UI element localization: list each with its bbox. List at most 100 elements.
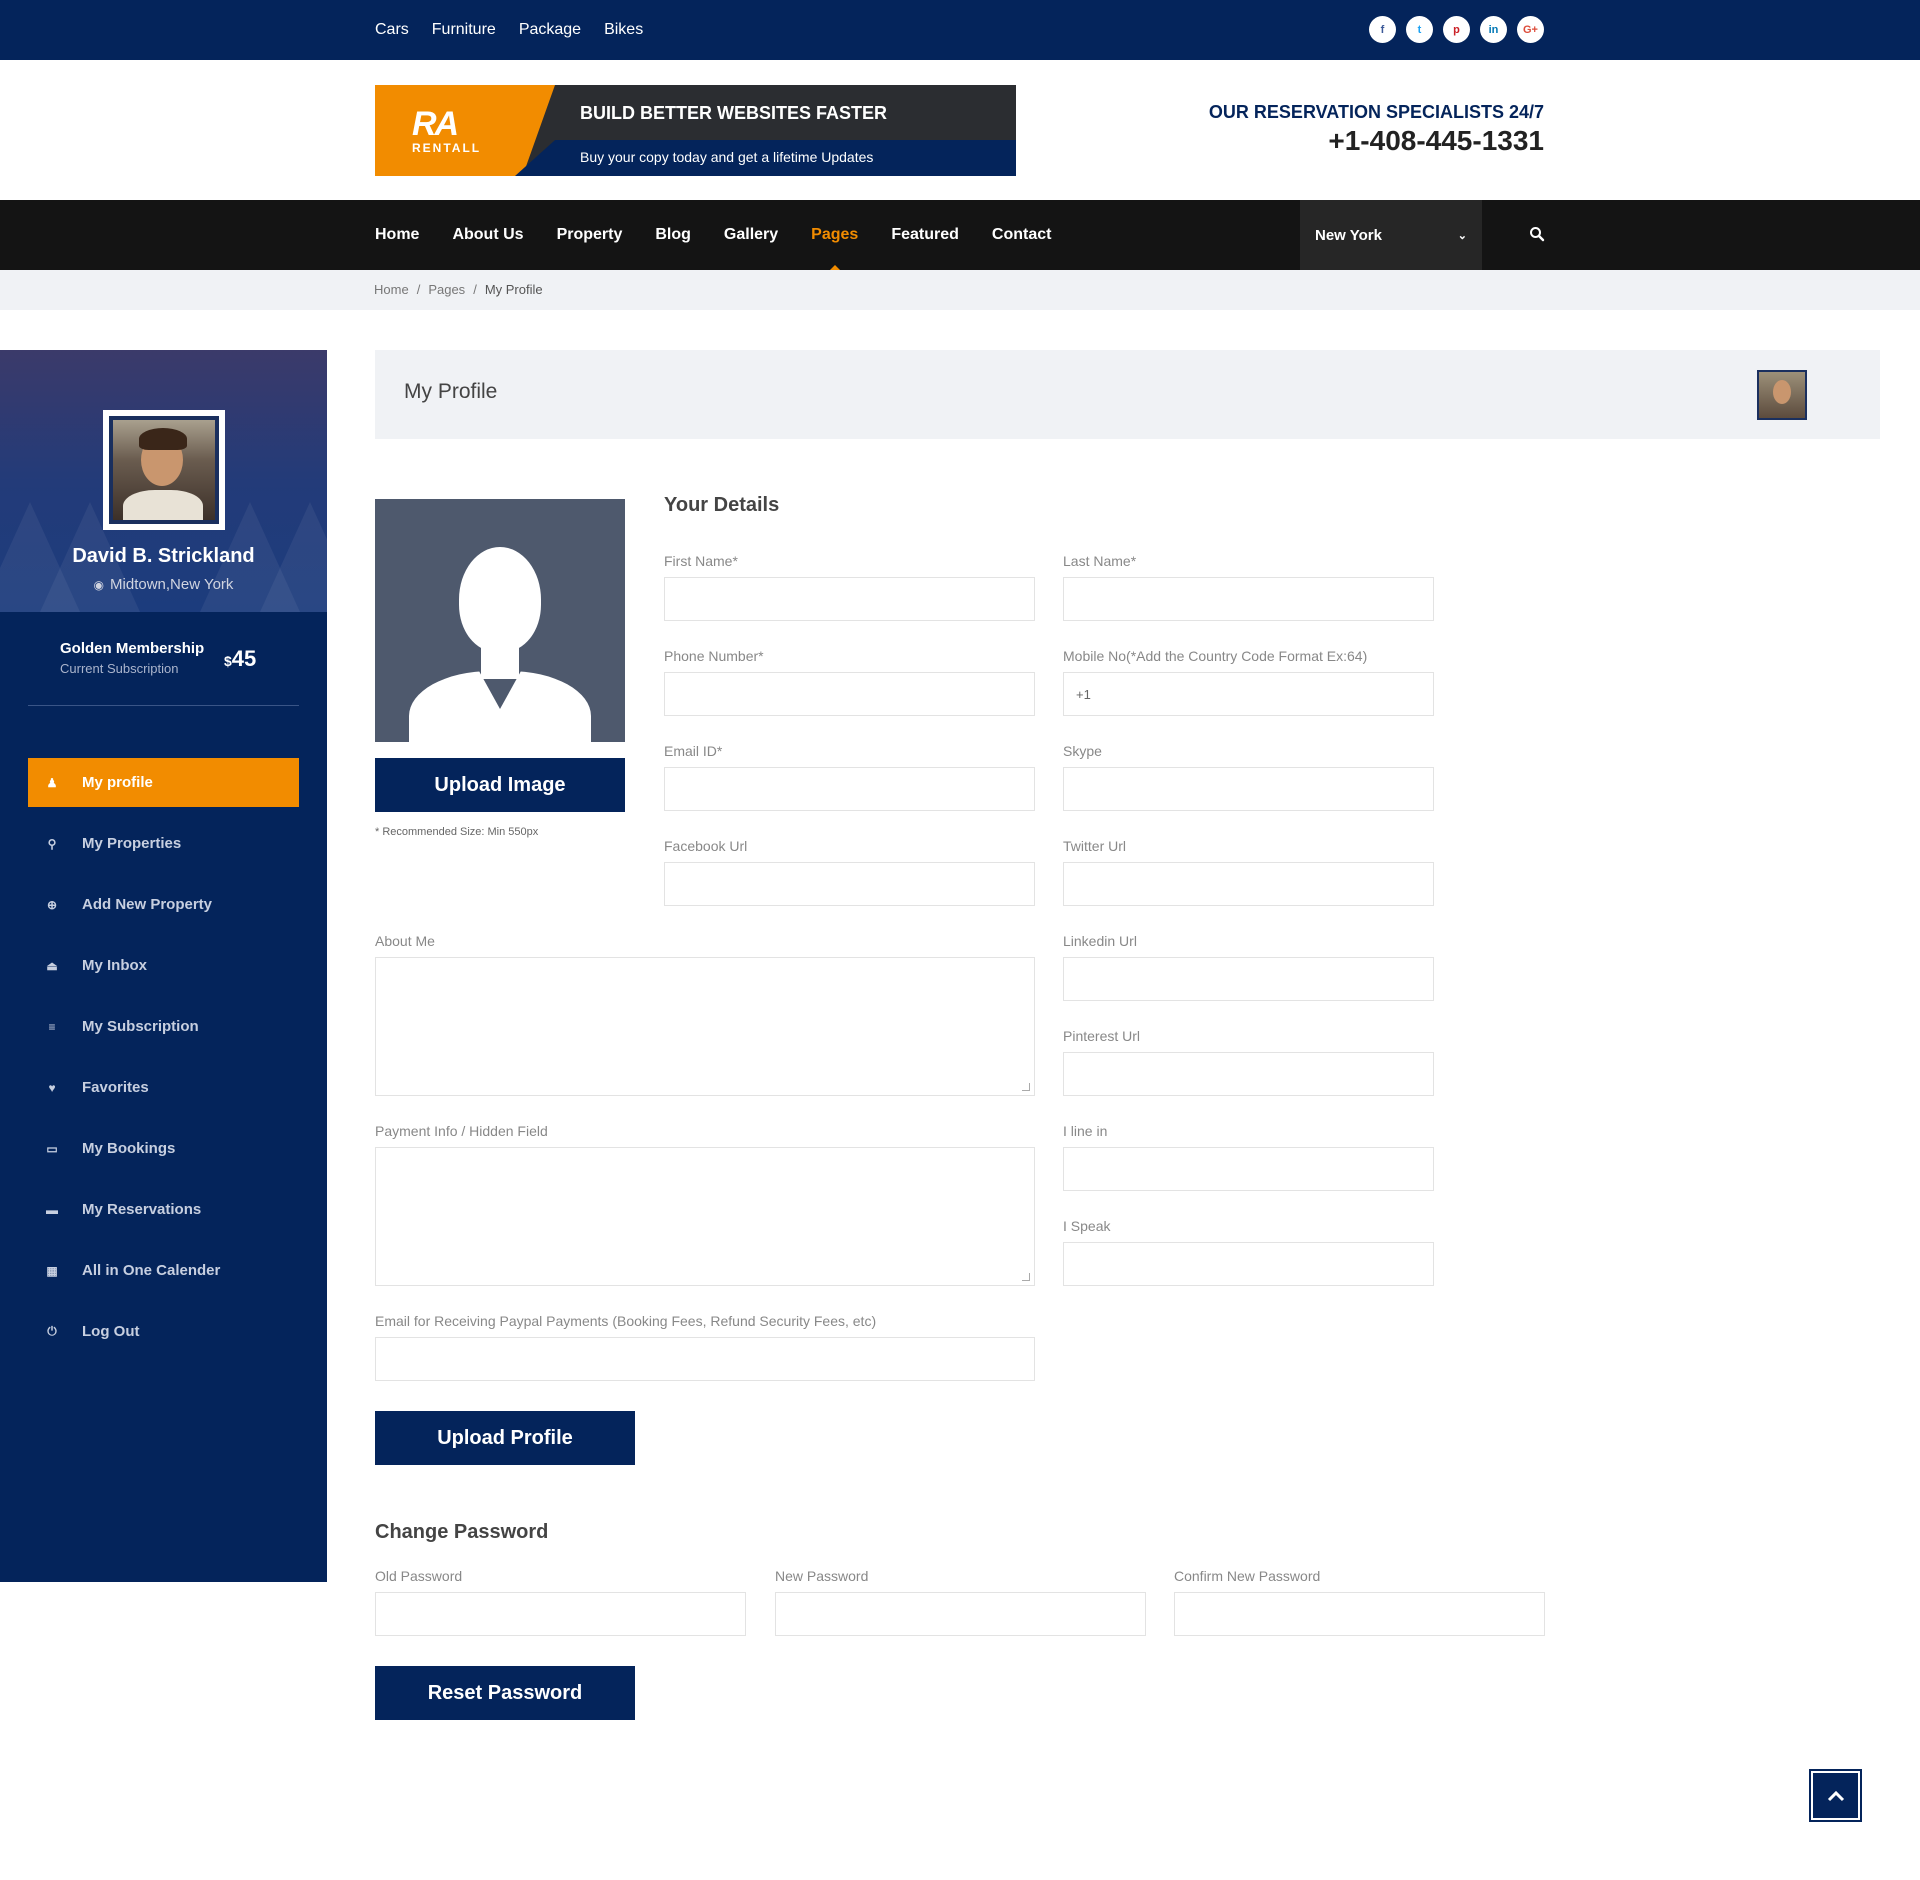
- first-name-field[interactable]: [664, 577, 1035, 621]
- about-textarea[interactable]: [375, 957, 1035, 1096]
- change-password-title: Change Password: [375, 1521, 549, 1543]
- upload-profile-button[interactable]: Upload Profile: [375, 1411, 635, 1465]
- sidebar-item-label: Log Out: [82, 1323, 140, 1340]
- facebook-icon[interactable]: f: [1369, 16, 1396, 43]
- sidebar-item-label: All in One Calender: [82, 1262, 221, 1279]
- pinterest-field[interactable]: [1063, 1052, 1434, 1096]
- price-amount: 45: [231, 646, 257, 671]
- paypal-email-label: Email for Receiving Paypal Payments (Boo…: [375, 1313, 877, 1329]
- nav-item-contact[interactable]: Contact: [992, 226, 1052, 244]
- sidebar-item-my-inbox[interactable]: ⏏ My Inbox: [28, 941, 299, 990]
- city-select[interactable]: New York ⌄: [1300, 200, 1482, 270]
- promo-banner[interactable]: RA RENTALL BUILD BETTER WEBSITES FASTER …: [375, 85, 1016, 176]
- sidebar-item-my-reservations[interactable]: ▬ My Reservations: [28, 1185, 299, 1234]
- folder-icon: ▬: [46, 1202, 58, 1217]
- breadcrumb-pages[interactable]: Pages: [428, 282, 465, 297]
- sidebar-item-label: My Inbox: [82, 957, 148, 974]
- membership-title: Golden Membership: [60, 640, 205, 657]
- profile-photo-placeholder: [375, 499, 625, 742]
- reset-password-button[interactable]: Reset Password: [375, 1666, 635, 1720]
- site-header: RA RENTALL BUILD BETTER WEBSITES FASTER …: [0, 60, 1920, 200]
- sidebar-menu: ♟ My profile ⚲ My Properties ⊕ Add New Proper…: [28, 758, 299, 1368]
- sidebar-item-label: Favorites: [82, 1079, 149, 1096]
- user-location: ◉ Midtown,New York: [0, 576, 327, 593]
- pinterest-icon[interactable]: p: [1443, 16, 1470, 43]
- membership-price: $45: [224, 646, 256, 672]
- avatar-hair: [139, 428, 187, 450]
- phone-label: Phone Number*: [664, 648, 764, 664]
- payment-textarea[interactable]: [375, 1147, 1035, 1286]
- skype-field[interactable]: [1063, 767, 1434, 811]
- avatar[interactable]: [103, 410, 225, 530]
- sidebar-item-log-out[interactable]: ⏻ Log Out: [28, 1307, 299, 1356]
- nav-item-gallery[interactable]: Gallery: [724, 226, 778, 244]
- email-field[interactable]: [664, 767, 1035, 811]
- nav-item-about-us[interactable]: About Us: [452, 226, 523, 244]
- linkedin-field[interactable]: [1063, 957, 1434, 1001]
- inbox-icon: ⏏: [46, 958, 58, 973]
- nav-item-property[interactable]: Property: [557, 226, 623, 244]
- sidebar-item-my-bookings[interactable]: ▭ My Bookings: [28, 1124, 299, 1173]
- avatar-frame: [109, 416, 219, 524]
- facebook-label: Facebook Url: [664, 838, 748, 854]
- paypal-email-field[interactable]: [375, 1337, 1035, 1381]
- reservation-contact: OUR RESERVATION SPECIALISTS 24/7 +1-408-…: [1209, 102, 1544, 157]
- old-password-field[interactable]: [375, 1592, 746, 1636]
- twitter-icon[interactable]: t: [1406, 16, 1433, 43]
- plus-circle-icon: ⊕: [46, 897, 58, 912]
- sidebar-item-my-properties[interactable]: ⚲ My Properties: [28, 819, 299, 868]
- sidebar-item-my-subscription[interactable]: ≡ My Subscription: [28, 1002, 299, 1051]
- sidebar-item-favorites[interactable]: ♥ Favorites: [28, 1063, 299, 1112]
- first-name-label: First Name*: [664, 553, 738, 569]
- avatar-photo: [113, 420, 215, 520]
- nav-item-pages[interactable]: Pages: [811, 226, 858, 272]
- live-in-field[interactable]: [1063, 1147, 1434, 1191]
- top-bar: Cars Furniture Package Bikes f t p in G+: [0, 0, 1920, 60]
- sidebar-item-label: My Properties: [82, 835, 182, 852]
- back-to-top-button[interactable]: [1809, 1769, 1862, 1822]
- user-name: David B. Strickland: [72, 545, 255, 567]
- upload-image-button[interactable]: Upload Image: [375, 758, 625, 812]
- sidebar-item-my-profile[interactable]: ♟ My profile: [28, 758, 299, 807]
- sidebar-item-add-new-property[interactable]: ⊕ Add New Property: [28, 880, 299, 929]
- breadcrumb-home[interactable]: Home: [374, 282, 409, 297]
- google-plus-icon[interactable]: G+: [1517, 16, 1544, 43]
- social-links: f t p in G+: [1369, 16, 1544, 43]
- speak-field[interactable]: [1063, 1242, 1434, 1286]
- top-link-bikes[interactable]: Bikes: [604, 21, 643, 39]
- confirm-password-field[interactable]: [1174, 1592, 1545, 1636]
- nav-item-blog[interactable]: Blog: [655, 226, 691, 244]
- sidebar-divider: [28, 705, 299, 706]
- twitter-label: Twitter Url: [1063, 838, 1126, 854]
- phone-field[interactable]: [664, 672, 1035, 716]
- header-avatar[interactable]: [1757, 370, 1807, 420]
- live-in-label: I line in: [1063, 1123, 1108, 1139]
- sidebar-item-label: My Subscription: [82, 1018, 199, 1035]
- main-nav-links: Home About Us Property Blog Gallery Pages Feat…: [375, 200, 1052, 272]
- linkedin-label: Linkedin Url: [1063, 933, 1137, 949]
- facebook-field[interactable]: [664, 862, 1035, 906]
- header-avatar-head: [1773, 380, 1791, 404]
- mobile-field[interactable]: +1: [1063, 672, 1434, 716]
- sidebar-hero: David B. Strickland ◉ Midtown,New York: [0, 350, 327, 612]
- sidebar-item-all-in-one-calender[interactable]: ▦ All in One Calender: [28, 1246, 299, 1295]
- top-link-cars[interactable]: Cars: [375, 21, 409, 39]
- heart-icon: ♥: [48, 1080, 56, 1095]
- new-password-field[interactable]: [775, 1592, 1146, 1636]
- membership-subtitle: Current Subscription: [60, 661, 179, 676]
- folder-open-icon: ▭: [46, 1141, 58, 1156]
- twitter-field[interactable]: [1063, 862, 1434, 906]
- nav-item-featured[interactable]: Featured: [891, 226, 959, 244]
- nav-item-home[interactable]: Home: [375, 226, 419, 244]
- reservation-phone[interactable]: +1-408-445-1331: [1209, 125, 1544, 157]
- profile-sidebar: David B. Strickland ◉ Midtown,New York Go…: [0, 350, 327, 1582]
- confirm-password-label: Confirm New Password: [1174, 1568, 1321, 1584]
- payment-label: Payment Info / Hidden Field: [375, 1123, 548, 1139]
- top-link-package[interactable]: Package: [519, 21, 581, 39]
- search-icon[interactable]: [1525, 222, 1549, 246]
- breadcrumb-separator: /: [416, 282, 421, 297]
- breadcrumb-separator: /: [473, 282, 477, 297]
- top-link-furniture[interactable]: Furniture: [432, 21, 496, 39]
- linkedin-icon[interactable]: in: [1480, 16, 1507, 43]
- last-name-field[interactable]: [1063, 577, 1434, 621]
